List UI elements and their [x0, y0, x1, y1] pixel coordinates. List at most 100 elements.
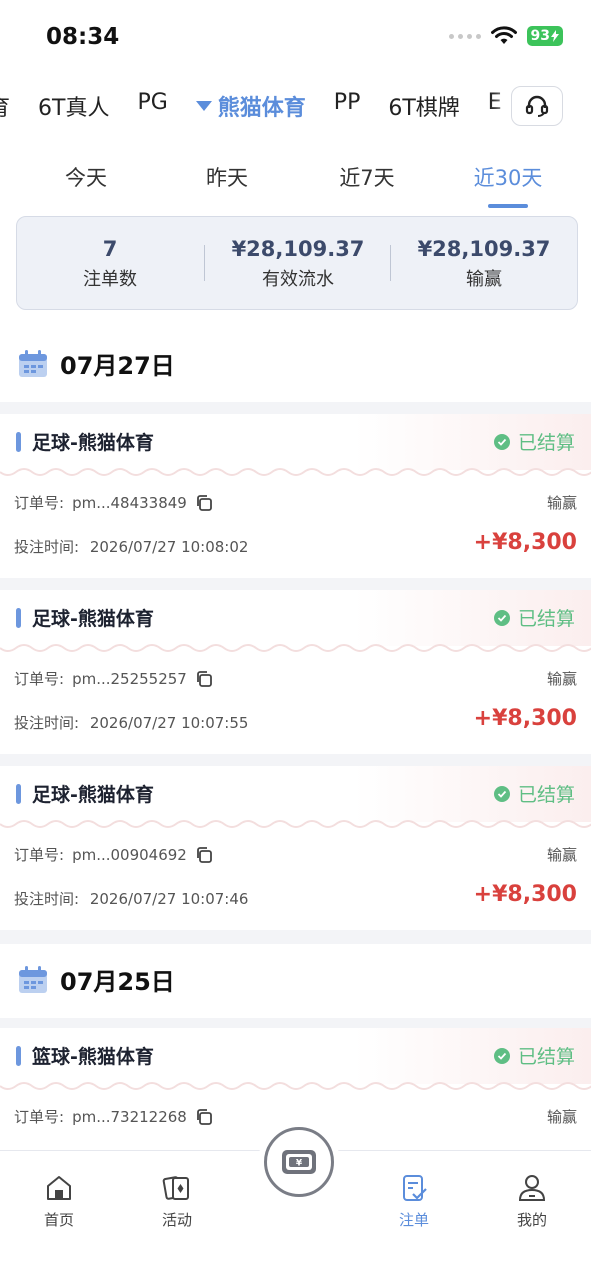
tab-today[interactable]: 今天 [65, 162, 107, 192]
calendar-icon [19, 350, 47, 377]
order-card[interactable]: 足球-熊猫体育 已结算 订单号: pm...48433849 输赢 投注时间: … [0, 414, 591, 578]
summary-section: 7 注单数 ¥28,109.37 有效流水 ¥28,109.37 输赢 [0, 216, 591, 328]
bet-time-row: 投注时间: 2026/07/27 10:07:55 [14, 712, 248, 733]
cellular-signal-icon [448, 33, 481, 39]
nav-bets[interactable]: 注单 [374, 1173, 454, 1230]
scallop-divider [0, 468, 591, 476]
order-number-row: 订单号: pm...48433849 [14, 492, 213, 513]
nav-label: 活动 [161, 1211, 192, 1229]
scallop-divider [0, 820, 591, 828]
provider-tab-active[interactable]: 熊猫体育 [195, 90, 306, 122]
stat-value: ¥28,109.37 [417, 237, 551, 261]
tab-yesterday[interactable]: 昨天 [206, 162, 248, 192]
order-number-row: 订单号: pm...00904692 [14, 844, 213, 865]
order-number: pm...73212268 [72, 1107, 187, 1126]
group-date: 07月25日 [60, 968, 175, 996]
profile-icon [518, 1175, 546, 1201]
status-time: 08:34 [46, 24, 120, 50]
date-range-tabs: 今天 昨天 近7天 近30天 [0, 142, 591, 216]
summary-box: 7 注单数 ¥28,109.37 有效流水 ¥28,109.37 输赢 [16, 216, 578, 310]
order-number-label: 订单号: [14, 846, 65, 864]
provider-tab[interactable]: 6T棋牌 [388, 90, 459, 122]
caret-down-icon [195, 101, 212, 111]
customer-service-button[interactable] [511, 86, 563, 126]
order-number-row: 订单号: pm...25255257 [14, 668, 213, 689]
tab-last-30-days[interactable]: 近30天 [474, 162, 543, 192]
win-loss-amount: +¥8,300 [473, 530, 577, 555]
status-bar: 08:34 93 [0, 0, 591, 72]
nav-activity[interactable]: 活动 [137, 1173, 217, 1230]
bet-time: 2026/07/27 10:07:55 [89, 714, 249, 732]
bet-time: 2026/07/27 10:07:46 [89, 890, 249, 908]
status-indicators: 93 [448, 26, 563, 46]
card-accent-bar [16, 432, 21, 452]
bet-time-label: 投注时间: [14, 714, 80, 732]
battery-level: 93 [530, 28, 550, 44]
status-label: 已结算 [517, 432, 575, 454]
stat-label: 输赢 [466, 269, 502, 290]
order-number-label: 订单号: [14, 670, 65, 688]
svg-text:¥: ¥ [296, 1159, 303, 1169]
nav-profile[interactable]: 我的 [492, 1173, 572, 1230]
tab-last-7-days[interactable]: 近7天 [339, 162, 394, 192]
order-card[interactable]: 足球-熊猫体育 已结算 订单号: pm...00904692 输赢 投注时间: … [0, 766, 591, 930]
provider-tab[interactable]: E [488, 90, 502, 122]
order-number-label: 订单号: [14, 1108, 65, 1126]
card-accent-bar [16, 784, 21, 804]
provider-tab[interactable]: 育 [0, 90, 10, 122]
stat-win-loss: ¥28,109.37 输赢 [391, 237, 577, 291]
check-circle-icon [493, 609, 510, 626]
wallet-center-button[interactable]: ¥ [264, 1127, 334, 1197]
copy-icon[interactable] [195, 494, 213, 512]
stat-label: 有效流水 [262, 269, 334, 290]
betslip-icon [403, 1175, 427, 1201]
date-group-header: 07月27日 [0, 328, 591, 402]
status-label: 已结算 [517, 608, 575, 630]
nav-label: 首页 [43, 1211, 74, 1229]
order-number-label: 订单号: [14, 494, 65, 512]
check-circle-icon [493, 433, 510, 450]
win-loss-amount: +¥8,300 [473, 882, 577, 907]
nav-label: 注单 [398, 1211, 429, 1229]
provider-tab[interactable]: 6T真人 [38, 90, 109, 122]
stat-value: 7 [102, 237, 118, 261]
win-loss-amount: +¥8,300 [473, 706, 577, 731]
headset-icon [525, 95, 549, 117]
win-loss-label: 输赢 [546, 1108, 577, 1126]
order-status: 已结算 [493, 780, 575, 807]
scallop-divider [0, 1082, 591, 1090]
win-loss-label: 输赢 [546, 494, 577, 512]
wallet-yen-icon: ¥ [282, 1150, 316, 1174]
card-accent-bar [16, 1046, 21, 1066]
check-circle-icon [493, 785, 510, 802]
nav-home[interactable]: 首页 [19, 1173, 99, 1230]
charging-bolt-icon [551, 30, 559, 42]
calendar-icon [19, 966, 47, 993]
copy-icon[interactable] [195, 670, 213, 688]
bet-time-row: 投注时间: 2026/07/27 10:07:46 [14, 888, 248, 909]
order-title: 篮球-熊猫体育 [32, 1046, 154, 1068]
copy-icon[interactable] [195, 1108, 213, 1126]
order-number: pm...25255257 [72, 669, 187, 688]
stat-valid-turnover: ¥28,109.37 有效流水 [205, 237, 391, 291]
battery-indicator: 93 [526, 26, 563, 46]
copy-icon[interactable] [195, 846, 213, 864]
bet-time: 2026/07/27 10:08:02 [89, 538, 249, 556]
order-status: 已结算 [493, 604, 575, 631]
provider-tab[interactable]: PG [137, 90, 167, 122]
provider-track: 育 6T真人 PG 熊猫体育 PP 6T棋牌 E [0, 90, 502, 122]
group-date: 07月27日 [60, 352, 175, 380]
nav-label: 我的 [516, 1211, 547, 1229]
provider-tab[interactable]: PP [334, 90, 361, 122]
win-loss-label: 输赢 [546, 670, 577, 688]
scallop-divider [0, 644, 591, 652]
order-status: 已结算 [493, 1042, 575, 1069]
stat-value: ¥28,109.37 [231, 237, 365, 261]
check-circle-icon [493, 1047, 510, 1064]
home-icon [47, 1176, 71, 1200]
card-accent-bar [16, 608, 21, 628]
order-title: 足球-熊猫体育 [32, 432, 154, 454]
order-card[interactable]: 足球-熊猫体育 已结算 订单号: pm...25255257 输赢 投注时间: … [0, 590, 591, 754]
cards-icon [162, 1176, 189, 1200]
order-title: 足球-熊猫体育 [32, 784, 154, 806]
